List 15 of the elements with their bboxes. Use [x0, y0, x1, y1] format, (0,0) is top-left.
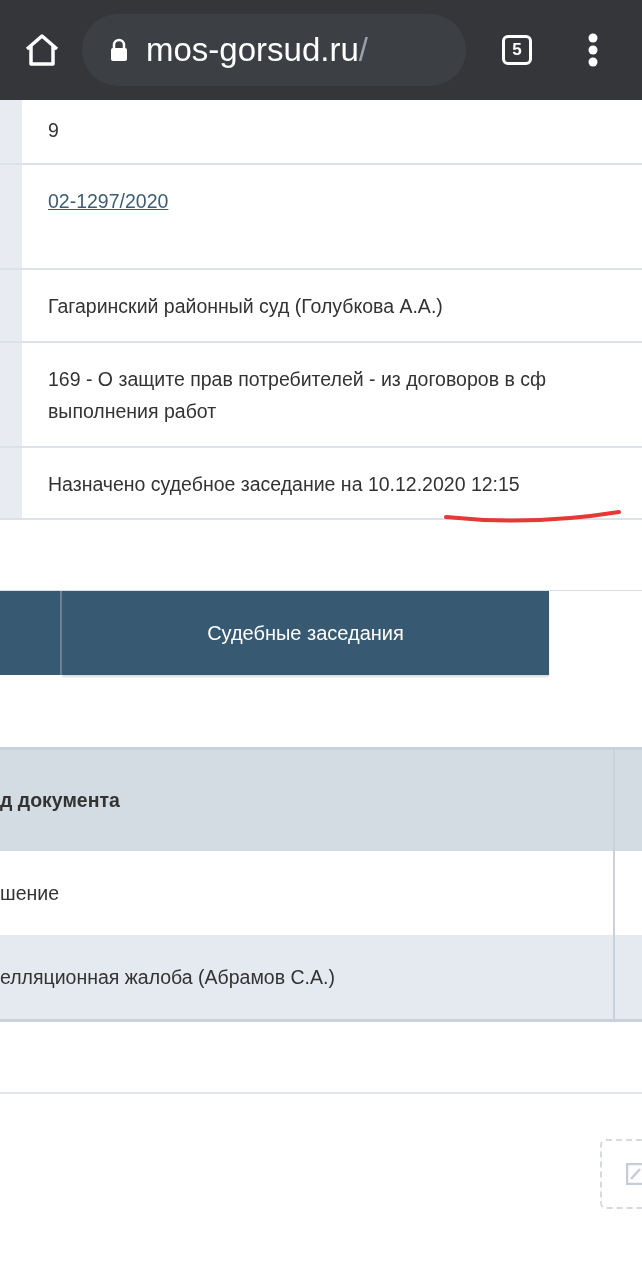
- lock-icon: [110, 38, 128, 62]
- url-path: /: [358, 31, 368, 69]
- case-number-link[interactable]: 02-1297/2020: [48, 190, 169, 212]
- home-icon[interactable]: [24, 33, 60, 67]
- detail-text: 169 - О защите прав потребителей - из договоров в сф выполнения работ: [48, 367, 547, 424]
- table-cell: елляционная жалоба (Абрамов С.А.): [0, 935, 615, 1019]
- url-host: mos-gorsud.ru: [146, 31, 359, 69]
- menu-icon[interactable]: [588, 33, 598, 67]
- detail-text: 9: [48, 118, 60, 143]
- tab-count-button[interactable]: 5: [502, 35, 532, 65]
- detail-text: Гагаринский районный суд (Голубкова А.А.): [48, 294, 444, 319]
- detail-text: Назначено судебное заседание на 10.12.2020 12:15: [48, 472, 521, 497]
- address-bar[interactable]: mos-gorsud.ru/: [82, 14, 466, 86]
- edit-icon: [626, 1163, 642, 1185]
- tab[interactable]: Судебные заседания: [62, 591, 549, 675]
